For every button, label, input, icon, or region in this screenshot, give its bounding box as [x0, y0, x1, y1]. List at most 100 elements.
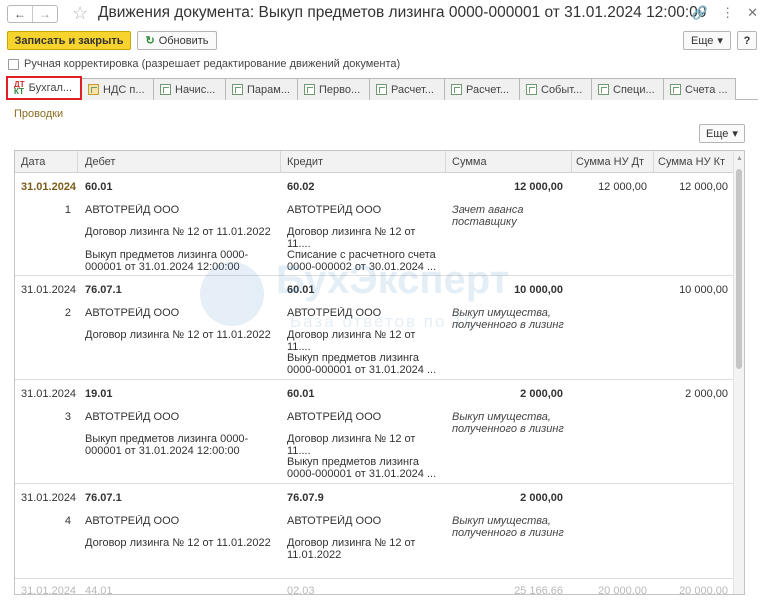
tab-accruals[interactable]: Начис...	[153, 78, 226, 100]
debit-subconto-2: Договор лизинга № 12 от 11.01.2022	[85, 226, 271, 238]
tab-label: НДС п...	[103, 83, 145, 96]
scroll-up-icon[interactable]: ▲	[736, 155, 743, 162]
row-content: Зачет аванса поставщику	[452, 204, 524, 228]
debit-subconto-1: АВТОТРЕЙД ООО	[85, 411, 180, 423]
back-arrow-icon[interactable]: ←	[8, 6, 32, 22]
tab-vat[interactable]: НДС п...	[81, 78, 154, 100]
row-number: 1	[64, 204, 71, 216]
row-sum: 10 000,00	[514, 284, 563, 296]
column-separator[interactable]	[653, 151, 654, 173]
debit-subconto-2: Договор лизинга № 12 от 11.01.2022	[85, 329, 271, 341]
chevron-down-icon: ▾	[717, 35, 723, 47]
debit-account: 76.07.1	[85, 284, 122, 296]
title-icons: 🔗 ⋮ ✕	[692, 5, 758, 21]
refresh-button[interactable]: ↻ Обновить	[137, 31, 217, 50]
row-date: 31.01.2024	[21, 492, 77, 504]
debit-account: 44.01	[85, 585, 113, 595]
credit-subconto-2: Договор лизинга № 12 от 11....	[287, 433, 416, 457]
tab-special[interactable]: Специ...	[591, 78, 664, 100]
column-header-sum[interactable]: Сумма	[452, 156, 487, 168]
tab-accounts[interactable]: Счета ...	[663, 78, 736, 100]
scroll-thumb[interactable]	[736, 169, 742, 369]
table-row[interactable]: 31.01.2024 44.01 02.03 25 166,66 20 000,…	[15, 579, 735, 595]
row-content: Выкуп имущества, полученного в лизинг	[452, 307, 564, 331]
row-sum-nu-dt: 12 000,00	[598, 181, 647, 193]
row-sum-nu-kt: 12 000,00	[679, 181, 728, 193]
table-scrollbar[interactable]: ▲	[733, 151, 744, 594]
column-header-credit[interactable]: Кредит	[287, 156, 323, 168]
help-button[interactable]: ?	[737, 31, 757, 50]
row-sum-nu-kt: 10 000,00	[679, 284, 728, 296]
save-and-close-button[interactable]: Записать и закрыть	[7, 31, 131, 50]
credit-account: 76.07.9	[287, 492, 324, 504]
table-row[interactable]: 31.01.2024 1 60.01 АВТОТРЕЙД ООО Договор…	[15, 173, 735, 276]
manual-edit-checkbox[interactable]	[8, 58, 19, 70]
refresh-label: Обновить	[158, 34, 209, 47]
tab-label: Расчет...	[391, 83, 434, 96]
table-row[interactable]: 31.01.2024 4 76.07.1 АВТОТРЕЙД ООО Догов…	[15, 484, 735, 579]
table-header: Дата Дебет Кредит Сумма Сумма НУ Дт Сумм…	[15, 151, 744, 173]
table-more-button[interactable]: Еще ▾	[699, 124, 745, 143]
debit-account: 76.07.1	[85, 492, 122, 504]
tab-primary[interactable]: Перво...	[297, 78, 370, 100]
more-button[interactable]: Еще ▾	[683, 31, 731, 50]
tab-label: Счета ...	[685, 83, 728, 96]
tab-label: Бухгал...	[28, 82, 73, 94]
row-sum-nu-kt: 20 000,00	[679, 585, 728, 595]
register-tabs: ДТ КТ Бухгал... НДС п... Начис... Парам..…	[6, 76, 758, 100]
column-header-debit[interactable]: Дебет	[85, 156, 115, 168]
row-sum: 2 000,00	[520, 388, 563, 400]
credit-subconto-1: АВТОТРЕЙД ООО	[287, 515, 382, 527]
column-header-sum-nu-dt[interactable]: Сумма НУ Дт	[576, 156, 644, 168]
credit-account: 02.03	[287, 585, 315, 595]
tab-label: Событ...	[541, 83, 583, 96]
title-bar: ← → ☆ Движения документа: Выкуп предмето…	[0, 0, 768, 28]
chevron-down-icon: ▾	[732, 128, 738, 140]
tab-settlements-1[interactable]: Расчет...	[369, 78, 445, 100]
favorite-star-icon[interactable]: ☆	[72, 2, 88, 24]
column-separator[interactable]	[445, 151, 446, 173]
credit-subconto-1: АВТОТРЕЙД ООО	[287, 204, 382, 216]
more-label: Еще	[706, 127, 729, 140]
nav-buttons: ← →	[7, 5, 58, 23]
credit-subconto-3: Выкуп предметов лизинга 0000-000001 от 3…	[287, 352, 437, 376]
table-row[interactable]: 31.01.2024 2 76.07.1 АВТОТРЕЙД ООО Догов…	[15, 276, 735, 380]
tab-params[interactable]: Парам...	[225, 78, 298, 100]
row-sum-nu-kt: 2 000,00	[685, 388, 728, 400]
credit-account: 60.01	[287, 388, 315, 400]
column-header-sum-nu-kt[interactable]: Сумма НУ Кт	[658, 156, 725, 168]
register-icon	[160, 84, 171, 95]
table-row[interactable]: 31.01.2024 3 19.01 АВТОТРЕЙД ООО Выкуп п…	[15, 380, 735, 484]
tab-accounting[interactable]: ДТ КТ Бухгал...	[6, 76, 82, 100]
register-icon	[304, 84, 315, 95]
tab-label: Парам...	[247, 83, 290, 96]
close-icon[interactable]: ✕	[747, 5, 758, 21]
register-icon	[526, 84, 537, 95]
column-header-date[interactable]: Дата	[21, 156, 45, 168]
column-separator[interactable]	[77, 151, 78, 173]
register-icon	[598, 84, 609, 95]
tab-settlements-2[interactable]: Расчет...	[444, 78, 520, 100]
entries-table: Дата Дебет Кредит Сумма Сумма НУ Дт Сумм…	[14, 150, 745, 595]
refresh-icon: ↻	[145, 35, 155, 47]
column-separator[interactable]	[571, 151, 572, 173]
credit-subconto-2: Договор лизинга № 12 от 11....	[287, 226, 416, 250]
debit-subconto-1: АВТОТРЕЙД ООО	[85, 204, 180, 216]
credit-account: 60.02	[287, 181, 315, 193]
credit-subconto-3: Списание с расчетного счета 0000-000002 …	[287, 249, 437, 273]
entries-section-label: Проводки	[14, 108, 64, 120]
tab-label: Расчет...	[466, 83, 509, 96]
link-icon[interactable]: 🔗	[692, 5, 708, 21]
debit-account: 60.01	[85, 181, 113, 193]
forward-arrow-icon[interactable]: →	[32, 6, 57, 22]
column-separator[interactable]	[280, 151, 281, 173]
credit-subconto-1: АВТОТРЕЙД ООО	[287, 307, 382, 319]
row-number: 2	[64, 307, 71, 319]
register-icon	[232, 84, 243, 95]
register-icon	[88, 84, 99, 95]
more-vertical-icon[interactable]: ⋮	[721, 5, 734, 21]
row-sum-nu-dt: 20 000,00	[598, 585, 647, 595]
tab-events[interactable]: Событ...	[519, 78, 592, 100]
row-sum: 2 000,00	[520, 492, 563, 504]
row-date: 31.01.2024	[21, 585, 77, 595]
